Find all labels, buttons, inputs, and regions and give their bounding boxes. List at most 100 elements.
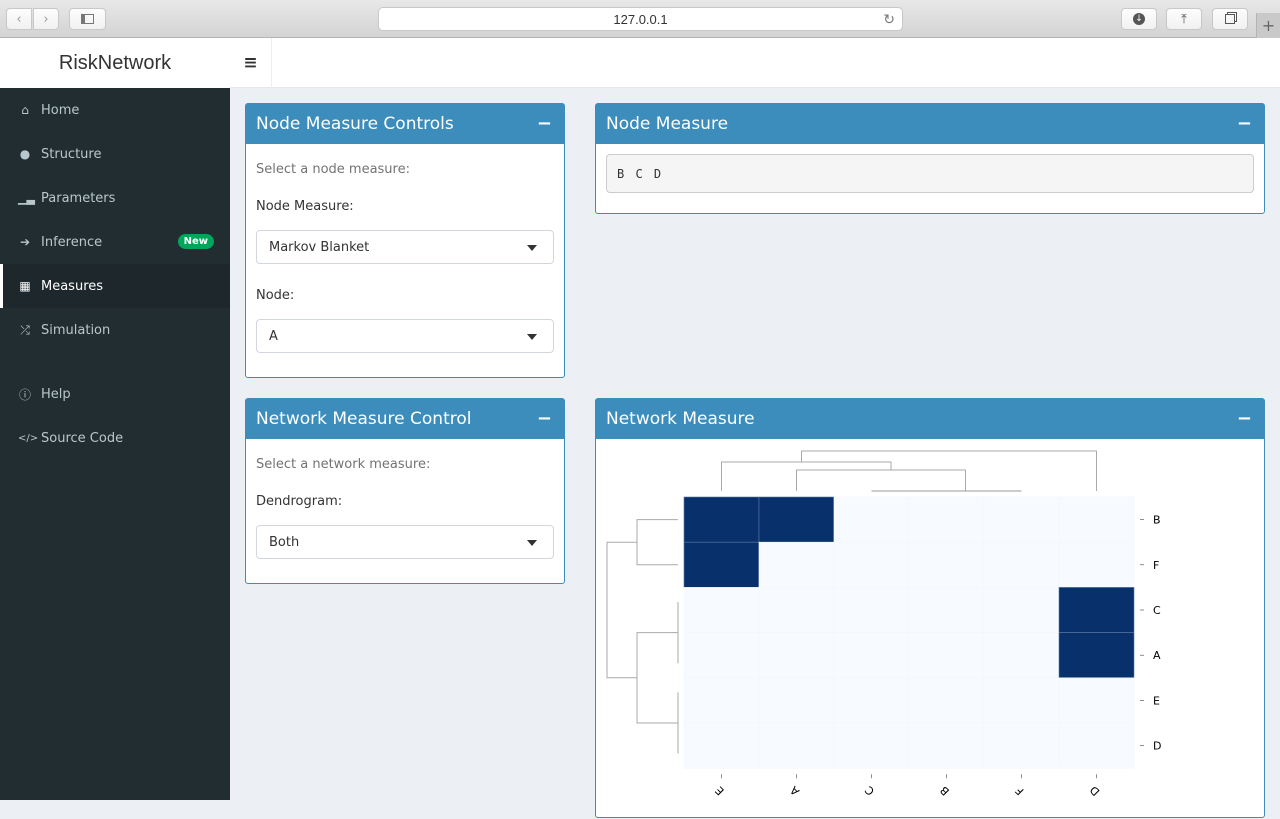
caret-down-icon (527, 334, 537, 340)
select-value: Both (269, 534, 300, 550)
heatmap-cell-B-E (683, 496, 760, 543)
column-dendrogram-root (801, 450, 1097, 491)
heatmap-cell-E-D (1058, 677, 1135, 724)
sidebar-item-label: Home (41, 102, 80, 118)
sidebar-item-structure[interactable]: ● Structure (0, 132, 230, 176)
heatmap-cell-B-B (908, 496, 985, 543)
sidebar-item-home[interactable]: ⌂ Home (0, 88, 230, 132)
node-measure-select[interactable]: Markov Blanket (256, 230, 554, 264)
heatmap-cell-F-B (908, 541, 985, 588)
bar-chart-icon: ▁▃ (18, 191, 35, 205)
box-title: Network Measure Control (256, 409, 472, 429)
heatmap-cell-A-E (683, 632, 760, 679)
heatmap-cell-C-C (833, 587, 910, 633)
caret-down-icon (527, 245, 537, 251)
collapse-button[interactable]: − (537, 113, 552, 134)
url-text: 127.0.0.1 (613, 11, 668, 27)
sidebar-item-measures[interactable]: ▦ Measures (0, 264, 230, 308)
sidebar-item-parameters[interactable]: ▁▃ Parameters (0, 176, 230, 220)
forward-button[interactable]: › (33, 8, 59, 30)
sidebar-item-source-code[interactable]: </> Source Code (0, 416, 230, 460)
heatmap-cell-D-C (833, 722, 910, 769)
heatmap-cell-B-C (833, 496, 910, 543)
home-icon: ⌂ (21, 103, 29, 117)
heatmap-cell-B-A (758, 496, 835, 543)
column-label-A: A (787, 783, 802, 798)
heatmap-cell-F-D (1058, 541, 1135, 588)
top-navbar: ≡ (230, 38, 1280, 88)
app-logo[interactable]: RiskNetwork (0, 38, 230, 88)
network-measure-box: Network Measure − B F C A E D E A C B F D (595, 398, 1265, 818)
node-measure-box: Node Measure − B C D (595, 103, 1265, 214)
sidebar-toggle[interactable]: ≡ (230, 38, 272, 88)
box-header: Node Measure Controls − (246, 104, 564, 144)
back-button[interactable]: ‹ (6, 8, 32, 30)
table-icon: ▦ (19, 279, 31, 293)
sidebar-item-label: Source Code (41, 430, 124, 446)
heatmap-cell-F-F (983, 541, 1060, 588)
column-dendrogram-branch-EACBF (721, 461, 892, 491)
sidebar-item-label: Inference (41, 234, 103, 250)
dendrogram-select[interactable]: Both (256, 525, 554, 559)
row-dendrogram-branch-BF (636, 519, 678, 566)
heatmap-cell-E-C (833, 677, 910, 724)
heatmap-cell-F-C (833, 541, 910, 588)
column-label-B: B (938, 783, 953, 798)
sidebar-item-help[interactable]: ⓘ Help (0, 372, 230, 416)
column-label-C: C (862, 783, 877, 798)
code-icon: </> (18, 432, 39, 444)
collapse-button[interactable]: − (1237, 408, 1252, 429)
collapse-button[interactable]: − (1237, 113, 1252, 134)
box-title: Node Measure Controls (256, 114, 454, 134)
address-bar[interactable]: 127.0.0.1 ↻ (378, 7, 903, 31)
heatmap-cell-D-A (758, 722, 835, 769)
sidebar-item-inference[interactable]: ➔ Inference New (0, 220, 230, 264)
heatmap-cell-E-B (908, 677, 985, 724)
network-measure-control-box: Network Measure Control − Select a netwo… (245, 398, 565, 584)
heatmap-cell-D-F (983, 722, 1060, 769)
select-value: Markov Blanket (269, 239, 370, 255)
help-text: Select a node measure: (256, 162, 410, 177)
column-label-D: D (1087, 783, 1102, 798)
arrow-right-icon: ➔ (19, 235, 31, 249)
heatmap-chart: B F C A E D E A C B F D (606, 450, 1161, 798)
heatmap-cell-C-D (1058, 587, 1135, 633)
share-button[interactable]: ⤒ (1166, 8, 1202, 30)
row-labels: B F C A E D (1140, 514, 1161, 753)
tabs-icon (1225, 14, 1235, 24)
heatmap-cell-C-A (758, 587, 835, 633)
column-dendrogram-branch-ACBF (796, 469, 966, 491)
heatmap-cell-A-A (758, 632, 835, 679)
new-tab-button[interactable]: + (1256, 13, 1280, 38)
chevron-right-icon: › (43, 11, 49, 27)
heatmap-cell-D-D (1058, 722, 1135, 769)
sidebar-item-label: Parameters (41, 190, 116, 206)
box-header: Network Measure − (596, 399, 1264, 439)
heatmap-cell-F-A (758, 541, 835, 588)
row-dendrogram-branch-CAED (636, 632, 678, 724)
row-label-A: A (1153, 649, 1161, 662)
heatmap-cells (683, 496, 1135, 769)
random-icon: ⤮ (20, 322, 30, 337)
heatmap-cell-C-E (683, 587, 760, 633)
heatmap-cell-B-F (983, 496, 1060, 543)
tabs-button[interactable] (1212, 8, 1248, 30)
plus-icon: + (1261, 16, 1276, 35)
row-dendrogram-root (606, 541, 637, 679)
node-select[interactable]: A (256, 319, 554, 353)
download-button[interactable]: ↓ (1121, 8, 1157, 30)
reload-icon[interactable]: ↻ (883, 11, 895, 28)
sidebar: ⌂ Home ● Structure ▁▃ Parameters ➔ Infer… (0, 88, 230, 800)
heatmap-cell-C-B (908, 587, 985, 633)
box-header: Network Measure Control − (246, 399, 564, 439)
sidebar-toggle-button[interactable] (69, 8, 106, 30)
hamburger-icon: ≡ (243, 53, 258, 73)
collapse-button[interactable]: − (537, 408, 552, 429)
sidebar-item-simulation[interactable]: ⤮ Simulation (0, 308, 230, 352)
heatmap-cell-F-E (683, 541, 760, 588)
info-circle-icon: ⓘ (18, 387, 31, 402)
box-title: Node Measure (606, 114, 729, 134)
heatmap-cell-D-B (908, 722, 985, 769)
chevron-left-icon: ‹ (16, 11, 22, 27)
heatmap-cell-E-F (983, 677, 1060, 724)
